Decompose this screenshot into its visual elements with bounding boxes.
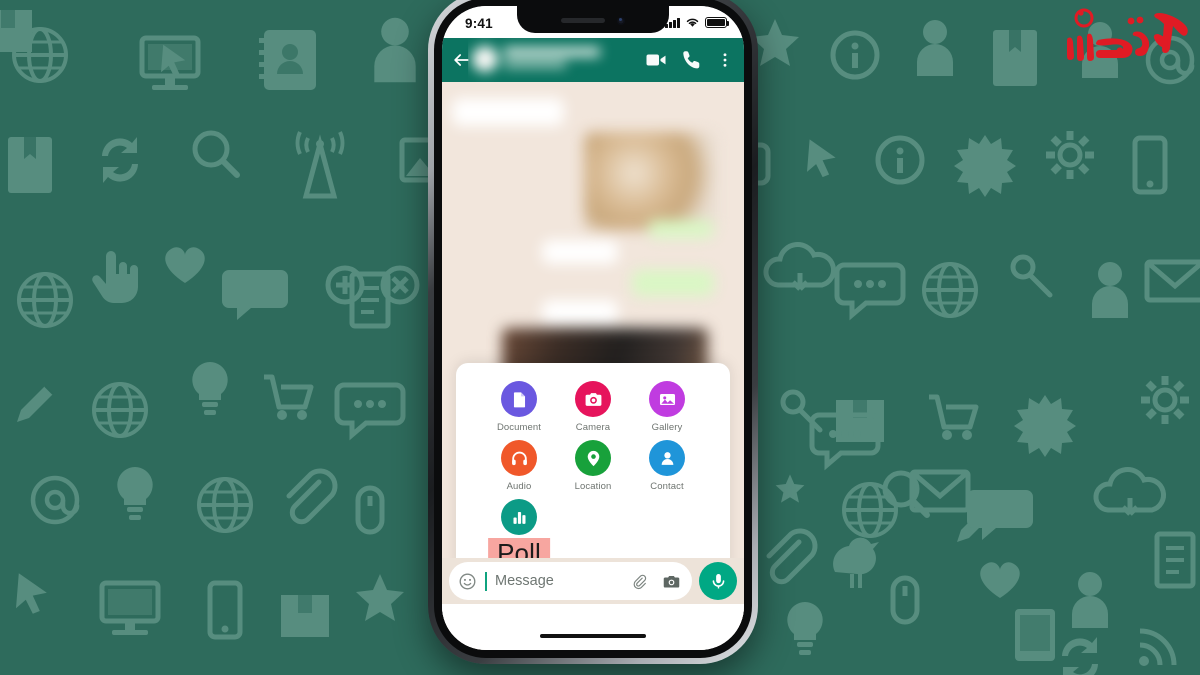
phone-notch — [517, 6, 669, 33]
smiley-face-icon[interactable] — [458, 572, 477, 591]
camera-icon — [575, 381, 611, 417]
message-input-pill[interactable]: Message — [449, 562, 692, 600]
attachment-option-label: Audio — [506, 481, 532, 492]
message-input-placeholder[interactable]: Message — [495, 573, 623, 589]
attachment-option-label: Gallery — [651, 422, 683, 433]
map-pin-icon — [575, 440, 611, 476]
attachment-option-label: Contact — [650, 481, 684, 492]
attachment-option-poll[interactable]: Poll — [482, 499, 556, 571]
phone-screen: 9:41 Document Camera Gallery Audio Locat… — [442, 6, 744, 650]
contact-name — [504, 47, 600, 57]
attachment-option-document[interactable]: Document — [482, 381, 556, 433]
site-watermark-logo — [1062, 4, 1192, 66]
home-indicator-bar[interactable] — [540, 633, 646, 638]
avatar — [472, 46, 498, 72]
chat-bubble-incoming — [542, 240, 618, 264]
screenshot-stage: 9:41 Document Camera Gallery Audio Locat… — [0, 0, 1200, 675]
battery-full-icon — [705, 17, 730, 28]
chat-bubble-outgoing — [648, 220, 714, 238]
wifi-icon — [686, 18, 699, 27]
earpiece-speaker — [561, 18, 605, 23]
attachment-option-label: Location — [574, 481, 612, 492]
attachment-option-camera[interactable]: Camera — [556, 381, 630, 433]
attachment-picker-panel[interactable]: Document Camera Gallery Audio Location C… — [456, 363, 730, 573]
phone-icon[interactable] — [680, 48, 704, 72]
gallery-icon — [649, 381, 685, 417]
headphones-icon — [501, 440, 537, 476]
document-icon — [501, 381, 537, 417]
voice-record-button[interactable] — [699, 562, 737, 600]
contact-status — [504, 61, 566, 68]
phone-bottom-area — [442, 604, 744, 650]
chat-photo-attachment — [584, 132, 716, 230]
attachment-option-label: Document — [496, 422, 542, 433]
attachment-option-gallery[interactable]: Gallery — [630, 381, 704, 433]
message-input-bar[interactable]: Message — [442, 558, 744, 604]
camera-icon[interactable] — [662, 572, 681, 591]
front-camera — [617, 16, 625, 25]
attachment-options-grid: Document Camera Gallery Audio Location C… — [456, 381, 730, 571]
contact-identity-blurred[interactable] — [468, 38, 614, 82]
chat-bubble-outgoing — [632, 270, 714, 296]
attachment-option-contact[interactable]: Contact — [630, 440, 704, 492]
three-dots-menu-icon[interactable] — [716, 48, 734, 72]
attachment-option-location[interactable]: Location — [556, 440, 630, 492]
person-icon — [649, 440, 685, 476]
attachment-option-audio[interactable]: Audio — [482, 440, 556, 492]
bar-chart-icon — [501, 499, 537, 535]
attachment-option-label: Camera — [575, 422, 611, 433]
microphone-icon — [712, 573, 724, 588]
video-camera-icon[interactable] — [644, 48, 668, 72]
phone-mockup: 9:41 Document Camera Gallery Audio Locat… — [428, 0, 758, 664]
chat-bubble-incoming — [542, 300, 618, 324]
text-cursor — [485, 571, 487, 591]
status-bar-time: 9:41 — [465, 15, 493, 31]
chat-bubble-incoming — [452, 98, 564, 126]
chat-header — [442, 38, 744, 82]
paperclip-icon[interactable] — [630, 572, 649, 591]
